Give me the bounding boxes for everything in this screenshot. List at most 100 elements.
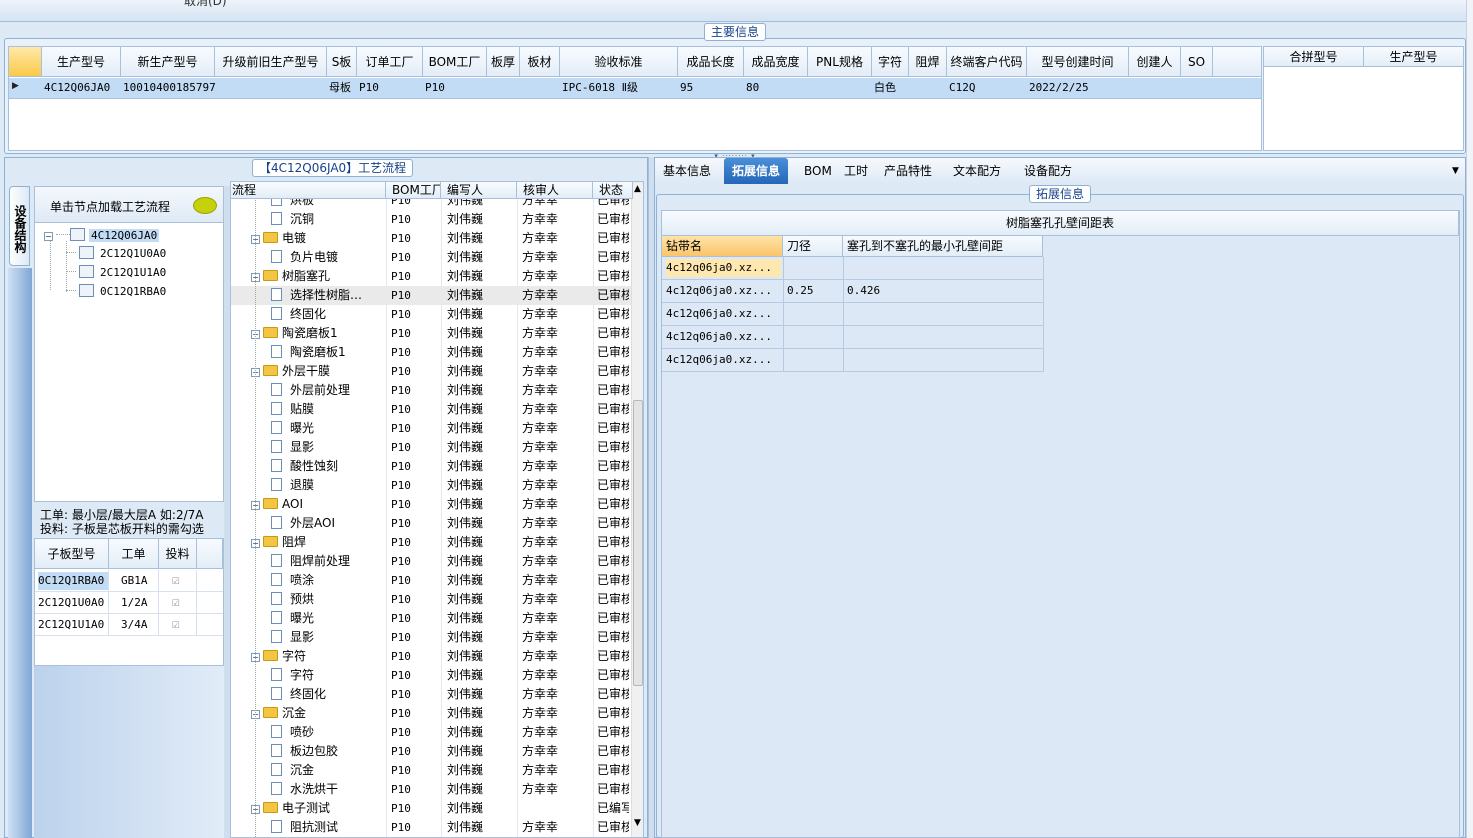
process-col-header-0[interactable]: 流程 xyxy=(231,182,386,199)
col-header-9[interactable]: 成品长度 xyxy=(678,47,744,77)
process-row[interactable]: −阻焊 P10 刘伟巍 方幸幸 已审核 xyxy=(231,533,633,552)
ext-row[interactable]: 4c12q06ja0.xz... xyxy=(662,326,1044,349)
process-row[interactable]: −外层干膜 P10 刘伟巍 方幸幸 已审核 xyxy=(231,362,633,381)
tab-3[interactable]: 工时 xyxy=(836,158,876,184)
sub-table-row[interactable]: 0C12Q1RBA0 GB1A ☑ xyxy=(35,570,223,592)
process-row[interactable]: 曝光 P10 刘伟巍 方幸幸 已审核 xyxy=(231,419,633,438)
feed-checkbox[interactable]: ☑ xyxy=(172,616,188,634)
tab-6[interactable]: 设备配方 xyxy=(1016,158,1080,184)
process-row[interactable]: 退膜 P10 刘伟巍 方幸幸 已审核 xyxy=(231,476,633,495)
col-header-12[interactable]: 字符 xyxy=(872,47,909,77)
col-header-16[interactable]: 创建人 xyxy=(1129,47,1181,77)
ext-row[interactable]: 4c12q06ja0.xz... xyxy=(662,349,1044,372)
process-row[interactable]: 贴膜 P10 刘伟巍 方幸幸 已审核 xyxy=(231,400,633,419)
process-row[interactable]: −树脂塞孔 P10 刘伟巍 方幸幸 已审核 xyxy=(231,267,633,286)
tree-node[interactable]: 0C12Q1RBA0 xyxy=(66,283,166,299)
process-row[interactable]: −沉金 P10 刘伟巍 方幸幸 已审核 xyxy=(231,704,633,723)
process-row[interactable]: 终固化 P10 刘伟巍 方幸幸 已审核 xyxy=(231,685,633,704)
process-row[interactable]: 喷砂 P10 刘伟巍 方幸幸 已审核 xyxy=(231,723,633,742)
process-row[interactable]: −电子测试 P10 刘伟巍 已编写 xyxy=(231,799,633,818)
col-header-1[interactable]: 新生产型号 xyxy=(121,47,215,77)
process-row[interactable]: 阻焊前处理 P10 刘伟巍 方幸幸 已审核 xyxy=(231,552,633,571)
process-row[interactable]: 负片电镀 P10 刘伟巍 方幸幸 已审核 xyxy=(231,248,633,267)
process-row[interactable]: 酸性蚀刻 P10 刘伟巍 方幸幸 已审核 xyxy=(231,457,633,476)
ext-row[interactable]: 4c12q06ja0.xz... xyxy=(662,303,1044,326)
tab-2[interactable]: BOM xyxy=(796,158,840,184)
col-header-8[interactable]: 验收标准 xyxy=(560,47,678,77)
ext-col-header-1[interactable]: 刀径 xyxy=(783,236,843,257)
col-header-0[interactable]: 生产型号 xyxy=(42,47,121,77)
col-header-2[interactable]: 升级前旧生产型号 xyxy=(215,47,327,77)
process-row[interactable]: 显影 P10 刘伟巍 方幸幸 已审核 xyxy=(231,628,633,647)
speech-bubble-icon[interactable] xyxy=(193,197,217,214)
process-row[interactable]: 终固化 P10 刘伟巍 方幸幸 已审核 xyxy=(231,305,633,324)
col-header-sub-model[interactable]: 子板型号 xyxy=(35,539,109,569)
ext-col-header-2[interactable]: 塞孔到不塞孔的最小孔壁间距 xyxy=(843,236,1043,257)
feed-checkbox[interactable]: ☑ xyxy=(172,594,188,612)
process-row[interactable]: 外层AOI P10 刘伟巍 方幸幸 已审核 xyxy=(231,514,633,533)
selected-row[interactable]: ▶ 4C12Q06JA0 10010400185797 母板 P10 P10 IPC-60… xyxy=(9,78,1261,99)
tree-root[interactable]: −4C12Q06JA0 xyxy=(44,227,160,243)
process-row[interactable]: 显影 P10 刘伟巍 方幸幸 已审核 xyxy=(231,438,633,457)
col-header-order[interactable]: 工单 xyxy=(109,539,159,569)
tab-1[interactable]: 拓展信息 xyxy=(724,158,789,184)
document-icon xyxy=(271,440,282,453)
process-row[interactable]: 阻抗测试 P10 刘伟巍 方幸幸 已审核 xyxy=(231,818,633,837)
col-header-merge-model[interactable]: 合拼型号 xyxy=(1264,47,1364,67)
tab-dropdown-icon[interactable]: ▼ xyxy=(1452,166,1459,176)
col-header-4[interactable]: 订单工厂 xyxy=(357,47,423,77)
process-row[interactable]: 曝光 P10 刘伟巍 方幸幸 已审核 xyxy=(231,609,633,628)
tree-node[interactable]: 2C12Q1U0A0 xyxy=(66,245,166,261)
col-header-prod-model[interactable]: 生产型号 xyxy=(1364,47,1464,67)
process-row[interactable]: 选择性树脂… P10 刘伟巍 方幸幸 已审核 xyxy=(231,286,633,305)
ext-col-header-0[interactable]: 钻带名 xyxy=(662,236,783,257)
sub-table-row[interactable]: 2C12Q1U0A0 1/2A ☑ xyxy=(35,592,223,614)
col-header-feed[interactable]: 投料 xyxy=(159,539,197,569)
col-header-15[interactable]: 型号创建时间 xyxy=(1027,47,1129,77)
process-row[interactable]: 预烘 P10 刘伟巍 方幸幸 已审核 xyxy=(231,590,633,609)
process-row[interactable]: 板边包胶 P10 刘伟巍 方幸幸 已审核 xyxy=(231,742,633,761)
grid-corner[interactable] xyxy=(9,47,42,77)
process-row[interactable]: 字符 P10 刘伟巍 方幸幸 已审核 xyxy=(231,666,633,685)
process-row[interactable]: −AOI P10 刘伟巍 方幸幸 已审核 xyxy=(231,495,633,514)
col-header-10[interactable]: 成品宽度 xyxy=(744,47,808,77)
col-header-7[interactable]: 板材 xyxy=(520,47,560,77)
tab-5[interactable]: 文本配方 xyxy=(945,158,1009,184)
process-row[interactable]: 喷涂 P10 刘伟巍 方幸幸 已审核 xyxy=(231,571,633,590)
feed-checkbox[interactable]: ☑ xyxy=(172,572,188,590)
cancel-button[interactable]: 取消(D) xyxy=(184,0,227,9)
scroll-up-icon[interactable]: ▲ xyxy=(634,184,641,194)
process-row[interactable]: −字符 P10 刘伟巍 方幸幸 已审核 xyxy=(231,647,633,666)
tab-0[interactable]: 基本信息 xyxy=(655,158,719,184)
vertical-tab-equipment-structure[interactable]: 设备结构 xyxy=(9,186,30,266)
sub-table-row[interactable]: 2C12Q1U1A0 3/4A ☑ xyxy=(35,614,223,636)
process-row[interactable]: −电镀 P10 刘伟巍 方幸幸 已审核 xyxy=(231,229,633,248)
ext-row[interactable]: 4c12q06ja0.xz... 0.25 0.426 xyxy=(662,280,1044,303)
process-col-header-2[interactable]: 编写人 xyxy=(441,182,517,199)
col-header-13[interactable]: 阻焊 xyxy=(909,47,947,77)
ext-row[interactable]: 4c12q06ja0.xz... xyxy=(662,257,1044,280)
process-row[interactable]: 外层前处理 P10 刘伟巍 方幸幸 已审核 xyxy=(231,381,633,400)
process-row[interactable]: 沉铜 P10 刘伟巍 方幸幸 已审核 xyxy=(231,210,633,229)
process-writer-cell: 刘伟巍 xyxy=(447,402,484,416)
process-row[interactable]: 陶瓷磨板1 P10 刘伟巍 方幸幸 已审核 xyxy=(231,343,633,362)
process-row[interactable]: −陶瓷磨板1 P10 刘伟巍 方幸幸 已审核 xyxy=(231,324,633,343)
process-col-header-3[interactable]: 核审人 xyxy=(517,182,593,199)
tree-node[interactable]: 2C12Q1U1A0 xyxy=(66,264,166,280)
scroll-down-icon[interactable]: ▼ xyxy=(634,818,641,828)
process-row[interactable]: 水洗烘干 P10 刘伟巍 方幸幸 已审核 xyxy=(231,780,633,799)
tree-node-label: 2C12Q1U0A0 xyxy=(100,247,167,260)
process-row[interactable]: 沉金 P10 刘伟巍 方幸幸 已审核 xyxy=(231,761,633,780)
col-header-17[interactable]: SO xyxy=(1181,47,1213,77)
process-col-header-4[interactable]: 状态 xyxy=(593,182,633,199)
col-header-14[interactable]: 终端客户代码 xyxy=(947,47,1027,77)
tab-4[interactable]: 产品特性 xyxy=(876,158,940,184)
col-header-6[interactable]: 板厚 xyxy=(487,47,520,77)
vertical-scrollbar[interactable]: ▲ ▼ xyxy=(631,182,643,837)
process-col-header-1[interactable]: BOM工厂 xyxy=(386,182,441,199)
col-header-11[interactable]: PNL规格 xyxy=(808,47,872,77)
collapse-icon[interactable]: − xyxy=(44,232,53,241)
scroll-thumb[interactable] xyxy=(633,400,643,686)
col-header-3[interactable]: S板 xyxy=(327,47,357,77)
col-header-5[interactable]: BOM工厂 xyxy=(423,47,487,77)
